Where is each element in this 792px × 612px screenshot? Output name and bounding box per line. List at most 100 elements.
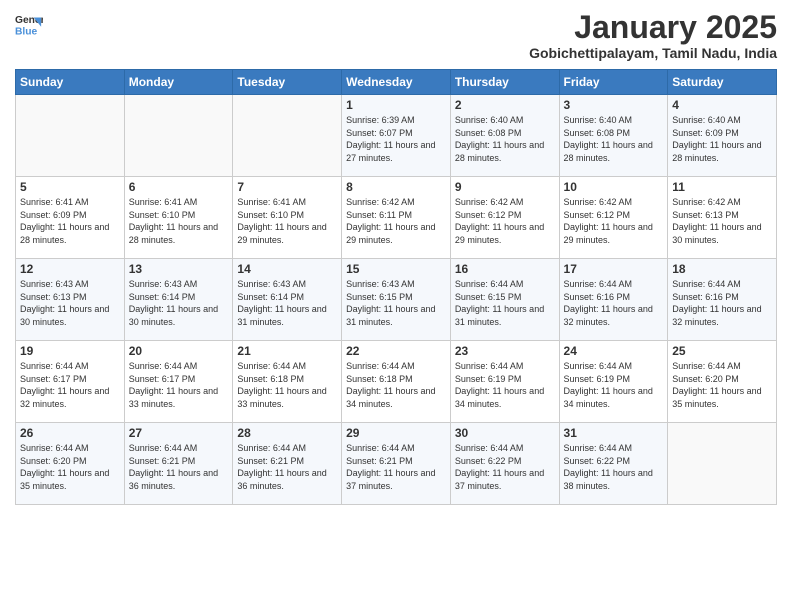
calendar-day-cell: [124, 95, 233, 177]
day-info: Sunrise: 6:44 AMSunset: 6:20 PMDaylight:…: [20, 442, 120, 492]
day-number: 4: [672, 98, 772, 112]
calendar-day-cell: 11Sunrise: 6:42 AMSunset: 6:13 PMDayligh…: [668, 177, 777, 259]
calendar-week-row: 19 Sunrise: 6:44 AMSunset: 6:17 PMDayligh…: [16, 341, 777, 423]
header-wednesday: Wednesday: [342, 70, 451, 95]
calendar-week-row: 5Sunrise: 6:41 AMSunset: 6:09 PMDaylight…: [16, 177, 777, 259]
day-number: 21: [237, 344, 337, 358]
day-info: Sunrise: 6:44 AMSunset: 6:21 PMDaylight:…: [237, 442, 337, 492]
calendar-day-cell: 26 Sunrise: 6:44 AMSunset: 6:20 PMDayligh…: [16, 423, 125, 505]
calendar-day-cell: 4 Sunrise: 6:40 AMSunset: 6:09 PMDaylight…: [668, 95, 777, 177]
day-number: 30: [455, 426, 555, 440]
calendar-day-cell: 17 Sunrise: 6:44 AMSunset: 6:16 PMDayligh…: [559, 259, 668, 341]
calendar-day-cell: 1 Sunrise: 6:39 AMSunset: 6:07 PMDaylight…: [342, 95, 451, 177]
calendar-day-cell: 20 Sunrise: 6:44 AMSunset: 6:17 PMDayligh…: [124, 341, 233, 423]
day-info: Sunrise: 6:42 AMSunset: 6:13 PMDaylight:…: [672, 196, 772, 246]
logo-icon: General Blue: [15, 10, 43, 38]
day-number: 26: [20, 426, 120, 440]
calendar-week-row: 12 Sunrise: 6:43 AMSunset: 6:13 PMDayligh…: [16, 259, 777, 341]
calendar-day-cell: 13 Sunrise: 6:43 AMSunset: 6:14 PMDayligh…: [124, 259, 233, 341]
day-info: Sunrise: 6:43 AMSunset: 6:14 PMDaylight:…: [129, 278, 229, 328]
main-title: January 2025: [529, 10, 777, 45]
day-info: Sunrise: 6:40 AMSunset: 6:08 PMDaylight:…: [564, 114, 664, 164]
header: General Blue January 2025 Gobichettipala…: [15, 10, 777, 61]
calendar-day-cell: 14 Sunrise: 6:43 AMSunset: 6:14 PMDayligh…: [233, 259, 342, 341]
calendar-day-cell: 5Sunrise: 6:41 AMSunset: 6:09 PMDaylight…: [16, 177, 125, 259]
header-friday: Friday: [559, 70, 668, 95]
day-info: Sunrise: 6:39 AMSunset: 6:07 PMDaylight:…: [346, 114, 446, 164]
calendar-day-cell: 22 Sunrise: 6:44 AMSunset: 6:18 PMDayligh…: [342, 341, 451, 423]
day-info: Sunrise: 6:44 AMSunset: 6:18 PMDaylight:…: [237, 360, 337, 410]
day-info: Sunrise: 6:44 AMSunset: 6:21 PMDaylight:…: [346, 442, 446, 492]
day-info: Sunrise: 6:41 AMSunset: 6:10 PMDaylight:…: [129, 196, 229, 246]
calendar-day-cell: 21 Sunrise: 6:44 AMSunset: 6:18 PMDayligh…: [233, 341, 342, 423]
header-saturday: Saturday: [668, 70, 777, 95]
calendar-day-cell: 29Sunrise: 6:44 AMSunset: 6:21 PMDayligh…: [342, 423, 451, 505]
calendar-day-cell: 12 Sunrise: 6:43 AMSunset: 6:13 PMDayligh…: [16, 259, 125, 341]
day-info: Sunrise: 6:42 AMSunset: 6:11 PMDaylight:…: [346, 196, 446, 246]
calendar-week-row: 1 Sunrise: 6:39 AMSunset: 6:07 PMDaylight…: [16, 95, 777, 177]
day-number: 25: [672, 344, 772, 358]
day-info: Sunrise: 6:40 AMSunset: 6:09 PMDaylight:…: [672, 114, 772, 164]
day-number: 5: [20, 180, 120, 194]
day-info: Sunrise: 6:44 AMSunset: 6:17 PMDaylight:…: [20, 360, 120, 410]
day-number: 14: [237, 262, 337, 276]
day-info: Sunrise: 6:42 AMSunset: 6:12 PMDaylight:…: [564, 196, 664, 246]
day-number: 8: [346, 180, 446, 194]
day-number: 20: [129, 344, 229, 358]
day-number: 19: [20, 344, 120, 358]
title-block: January 2025 Gobichettipalayam, Tamil Na…: [529, 10, 777, 61]
calendar-day-cell: 24Sunrise: 6:44 AMSunset: 6:19 PMDayligh…: [559, 341, 668, 423]
calendar-day-cell: 23 Sunrise: 6:44 AMSunset: 6:19 PMDayligh…: [450, 341, 559, 423]
day-info: Sunrise: 6:43 AMSunset: 6:15 PMDaylight:…: [346, 278, 446, 328]
day-info: Sunrise: 6:43 AMSunset: 6:14 PMDaylight:…: [237, 278, 337, 328]
day-number: 24: [564, 344, 664, 358]
calendar-day-cell: 10Sunrise: 6:42 AMSunset: 6:12 PMDayligh…: [559, 177, 668, 259]
header-thursday: Thursday: [450, 70, 559, 95]
calendar-table: Sunday Monday Tuesday Wednesday Thursday…: [15, 69, 777, 505]
logo: General Blue: [15, 10, 43, 38]
day-info: Sunrise: 6:44 AMSunset: 6:22 PMDaylight:…: [564, 442, 664, 492]
calendar-day-cell: 28Sunrise: 6:44 AMSunset: 6:21 PMDayligh…: [233, 423, 342, 505]
day-info: Sunrise: 6:44 AMSunset: 6:18 PMDaylight:…: [346, 360, 446, 410]
day-info: Sunrise: 6:44 AMSunset: 6:16 PMDaylight:…: [564, 278, 664, 328]
day-number: 23: [455, 344, 555, 358]
calendar-day-cell: 25 Sunrise: 6:44 AMSunset: 6:20 PMDayligh…: [668, 341, 777, 423]
day-number: 18: [672, 262, 772, 276]
day-number: 16: [455, 262, 555, 276]
calendar-day-cell: 2 Sunrise: 6:40 AMSunset: 6:08 PMDaylight…: [450, 95, 559, 177]
day-info: Sunrise: 6:42 AMSunset: 6:12 PMDaylight:…: [455, 196, 555, 246]
svg-text:Blue: Blue: [15, 26, 38, 37]
calendar-day-cell: 6 Sunrise: 6:41 AMSunset: 6:10 PMDaylight…: [124, 177, 233, 259]
subtitle: Gobichettipalayam, Tamil Nadu, India: [529, 45, 777, 61]
calendar-day-cell: 31Sunrise: 6:44 AMSunset: 6:22 PMDayligh…: [559, 423, 668, 505]
day-number: 13: [129, 262, 229, 276]
day-number: 17: [564, 262, 664, 276]
day-number: 12: [20, 262, 120, 276]
day-info: Sunrise: 6:44 AMSunset: 6:22 PMDaylight:…: [455, 442, 555, 492]
calendar-day-cell: 30 Sunrise: 6:44 AMSunset: 6:22 PMDayligh…: [450, 423, 559, 505]
header-monday: Monday: [124, 70, 233, 95]
calendar-week-row: 26 Sunrise: 6:44 AMSunset: 6:20 PMDayligh…: [16, 423, 777, 505]
day-number: 1: [346, 98, 446, 112]
day-number: 27: [129, 426, 229, 440]
day-info: Sunrise: 6:44 AMSunset: 6:19 PMDaylight:…: [455, 360, 555, 410]
day-number: 2: [455, 98, 555, 112]
day-info: Sunrise: 6:43 AMSunset: 6:13 PMDaylight:…: [20, 278, 120, 328]
day-info: Sunrise: 6:44 AMSunset: 6:16 PMDaylight:…: [672, 278, 772, 328]
day-info: Sunrise: 6:40 AMSunset: 6:08 PMDaylight:…: [455, 114, 555, 164]
day-number: 6: [129, 180, 229, 194]
day-number: 22: [346, 344, 446, 358]
calendar-day-cell: 18 Sunrise: 6:44 AMSunset: 6:16 PMDayligh…: [668, 259, 777, 341]
day-info: Sunrise: 6:44 AMSunset: 6:15 PMDaylight:…: [455, 278, 555, 328]
calendar-day-cell: 9Sunrise: 6:42 AMSunset: 6:12 PMDaylight…: [450, 177, 559, 259]
day-info: Sunrise: 6:44 AMSunset: 6:17 PMDaylight:…: [129, 360, 229, 410]
day-info: Sunrise: 6:44 AMSunset: 6:20 PMDaylight:…: [672, 360, 772, 410]
day-info: Sunrise: 6:41 AMSunset: 6:10 PMDaylight:…: [237, 196, 337, 246]
calendar-day-cell: 8 Sunrise: 6:42 AMSunset: 6:11 PMDaylight…: [342, 177, 451, 259]
calendar-day-cell: 27Sunrise: 6:44 AMSunset: 6:21 PMDayligh…: [124, 423, 233, 505]
weekday-header-row: Sunday Monday Tuesday Wednesday Thursday…: [16, 70, 777, 95]
calendar-day-cell: [668, 423, 777, 505]
day-number: 3: [564, 98, 664, 112]
calendar-day-cell: [233, 95, 342, 177]
calendar-day-cell: 19 Sunrise: 6:44 AMSunset: 6:17 PMDayligh…: [16, 341, 125, 423]
